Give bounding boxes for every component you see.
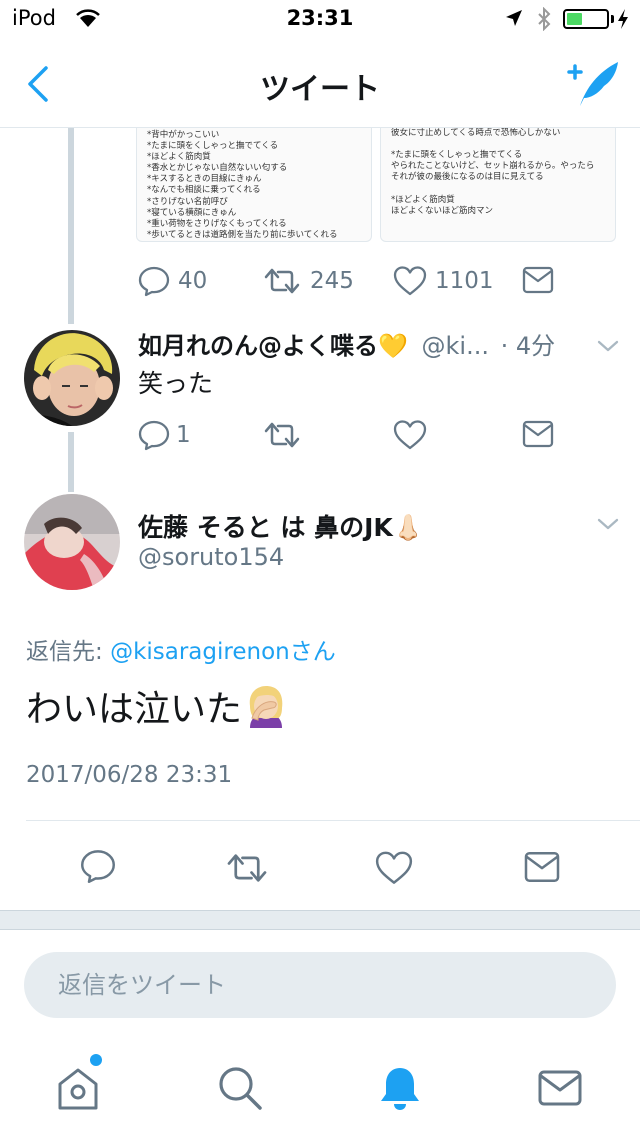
- notifications-bell-icon[interactable]: [376, 1064, 424, 1112]
- media-text-line: *ほどよく筋肉質: [147, 152, 211, 163]
- media-text-right: 彼女に寸止めしてくる時点で恐怖心しかない *たまに頭をくしゃっと撫でてくる やられ…: [381, 128, 615, 217]
- message-button[interactable]: [522, 420, 554, 448]
- thread-connector-bottom: [68, 432, 74, 492]
- reply-author-name[interactable]: 如月れのん@よく喋る💛: [138, 332, 408, 360]
- reply-bubble-icon: [81, 850, 115, 883]
- status-bar: iPod 23:31: [0, 0, 640, 40]
- retweet-icon: [264, 268, 300, 294]
- media-text-line: *寝ている横顔にきゅん: [147, 207, 237, 218]
- author-name[interactable]: 佐藤 そると は 鼻のJK👃🏻: [138, 508, 424, 544]
- reply-input[interactable]: [24, 952, 616, 1018]
- media-text-line: 彼女に寸止めしてくる時点で恐怖心しかない: [391, 128, 561, 138]
- navigation-bar: ツイート: [0, 40, 640, 128]
- home-notification-badge: [90, 1054, 102, 1066]
- chevron-down-icon[interactable]: [596, 338, 620, 354]
- media-text-line: それが彼の最後になるのは目に見えてる: [391, 172, 544, 183]
- reply-bubble-icon: [138, 266, 170, 297]
- avatar[interactable]: [24, 330, 120, 426]
- media-text-left: *背中がかっこいい *たまに頭をくしゃっと撫でてくる *ほどよく筋肉質 *香水とかじゃ…: [137, 128, 371, 241]
- media-text-line: [391, 183, 605, 194]
- reply-button[interactable]: 40: [138, 265, 207, 297]
- media-text-line: *重い荷物をさりげなくもってくれる: [147, 218, 287, 229]
- reply-tweet-header: 如月れのん@よく喋る💛 @ki... · 4分: [138, 326, 588, 361]
- media-text-line: *香水とかじゃない自然ないい匂する: [147, 163, 288, 174]
- retweet-count: 245: [310, 268, 354, 294]
- author-handle[interactable]: @soruto154: [138, 543, 284, 571]
- charging-bolt-icon: [618, 9, 628, 29]
- media-image-left[interactable]: *背中がかっこいい *たまに頭をくしゃっと撫でてくる *ほどよく筋肉質 *香水とかじゃ…: [136, 128, 372, 242]
- home-icon[interactable]: [54, 1064, 102, 1112]
- reply-to-label: 返信先:: [26, 639, 111, 665]
- retweet-button[interactable]: [224, 850, 270, 886]
- media-text-line: *たまに頭をくしゃっと撫でてくる: [391, 150, 523, 161]
- reply-to-line: 返信先: @kisaragirenonさん: [26, 632, 336, 666]
- reply-to-user-link[interactable]: @kisaragirenonさん: [110, 639, 336, 665]
- media-image-right[interactable]: 彼女に寸止めしてくる時点で恐怖心しかない *たまに頭をくしゃっと撫でてくる やられ…: [380, 128, 616, 242]
- media-text-line: *なんでも相談に乗ってくれる: [147, 185, 261, 196]
- heart-icon: [375, 851, 413, 884]
- reply-button[interactable]: 1: [138, 419, 191, 451]
- chevron-down-icon[interactable]: [596, 516, 620, 532]
- envelope-icon: [522, 266, 554, 294]
- retweet-button[interactable]: 245: [262, 265, 354, 297]
- tweet-text-body: わいは泣いた: [26, 689, 243, 730]
- heart-icon: [393, 420, 427, 450]
- media-text-line: *背中がかっこいい: [147, 130, 220, 140]
- messages-envelope-icon[interactable]: [536, 1064, 584, 1112]
- message-button[interactable]: [522, 266, 554, 294]
- like-button[interactable]: [393, 419, 427, 451]
- media-text-line: *さりげない名前呼び: [147, 196, 228, 207]
- battery-icon: [563, 9, 609, 29]
- message-button[interactable]: [523, 851, 561, 883]
- section-separator: [0, 910, 640, 930]
- like-count: 1101: [435, 268, 494, 294]
- media-text-line: *たまに頭をくしゃっと撫でてくる: [147, 141, 279, 152]
- media-text-line: *ほどよく筋肉質: [391, 194, 455, 205]
- avatar[interactable]: [24, 494, 120, 590]
- reply-author-handle[interactable]: @ki...: [422, 332, 489, 360]
- heart-icon: [393, 266, 427, 296]
- media-text-line: *キスするときの目線にきゅん: [147, 174, 262, 185]
- retweet-button[interactable]: [262, 419, 302, 451]
- battery-level: [567, 13, 582, 25]
- retweet-icon: [227, 854, 267, 882]
- reply-count: 1: [176, 422, 191, 448]
- page-title: ツイート: [260, 72, 380, 107]
- facepalm-emoji-icon: [249, 686, 283, 728]
- divider: [26, 820, 640, 821]
- reply-button[interactable]: [80, 848, 116, 884]
- reply-count: 40: [178, 268, 208, 294]
- reply-time-ago: · 4分: [500, 332, 556, 360]
- media-text-line: *歩いてるときは道路側を当たり前に歩いてくれる: [147, 229, 338, 240]
- battery-nub: [611, 15, 614, 23]
- reply-tweet-text: 笑った: [138, 369, 214, 398]
- avatar-soruto-image: [24, 494, 120, 590]
- media-text-line: ほどよくないほど筋肉マン: [391, 205, 494, 216]
- media-text-line: [391, 139, 605, 150]
- like-button[interactable]: [374, 850, 414, 886]
- envelope-icon: [522, 420, 554, 448]
- bluetooth-icon: [538, 7, 551, 31]
- envelope-icon: [524, 852, 560, 882]
- like-button[interactable]: 1101: [393, 265, 494, 297]
- search-icon[interactable]: [216, 1064, 264, 1112]
- media-text-line: やられたことないけど、セット崩れるから。やったら: [391, 161, 595, 172]
- retweet-icon: [264, 422, 300, 448]
- compose-tweet-icon[interactable]: [564, 58, 620, 110]
- location-arrow-icon: [506, 10, 522, 26]
- thread-connector-top: [68, 128, 74, 324]
- reply-bubble-icon: [138, 420, 170, 451]
- avatar-kisaragi-image: [24, 330, 120, 426]
- tweet-text: わいは泣いた: [26, 680, 288, 732]
- tweet-timestamp: 2017/06/28 23:31: [26, 762, 233, 788]
